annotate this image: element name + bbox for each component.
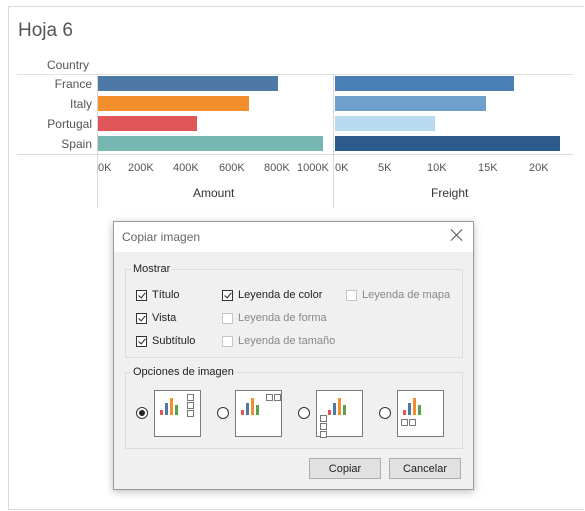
- bar-freight-spain[interactable]: [335, 136, 560, 151]
- copy-button[interactable]: Copiar: [309, 458, 381, 479]
- thumbnail-bar-icon: [170, 398, 173, 415]
- checkbox-label: Título: [152, 289, 180, 301]
- thumbnail-bar-icon: [175, 405, 178, 415]
- tick-label-amount: 0K: [98, 162, 112, 174]
- axis-title-amount: Amount: [193, 186, 235, 200]
- thumbnail-bar-icon: [165, 403, 168, 415]
- radio-layout-legend-top-right[interactable]: [217, 407, 229, 419]
- layout-thumbnail-legend-bottom-left[interactable]: [397, 390, 444, 437]
- checkbox-checked-icon: [222, 289, 233, 301]
- header-divider: [17, 74, 573, 75]
- checkbox-subtitulo[interactable]: Subtítulo: [136, 335, 195, 347]
- legend-icon: [320, 423, 327, 430]
- checkbox-label: Leyenda de mapa: [362, 289, 451, 301]
- checkbox-checked-icon: [136, 289, 147, 301]
- legend-icon: [409, 419, 416, 426]
- checkbox-label: Subtítulo: [152, 335, 196, 347]
- row-label-portugal: Portugal: [47, 117, 92, 131]
- checkbox-label: Leyenda de color: [238, 289, 323, 301]
- thumbnail-bar-icon: [251, 398, 254, 415]
- thumbnail-bar-icon: [333, 403, 336, 415]
- checkbox-leyenda-mapa[interactable]: Leyenda de mapa: [346, 289, 450, 301]
- panel-divider: [333, 74, 334, 208]
- legend-icon: [274, 394, 281, 401]
- tick-label-amount: 400K: [173, 162, 199, 174]
- bar-amount-italy[interactable]: [98, 96, 249, 111]
- thumbnail-bar-icon: [256, 405, 259, 415]
- tick-label-freight: 20K: [529, 162, 549, 174]
- thumbnail-bar-icon: [418, 405, 421, 415]
- tick-label-amount: 600K: [219, 162, 245, 174]
- radio-layout-legend-right[interactable]: [136, 407, 148, 419]
- thumbnail-bar-icon: [160, 410, 163, 415]
- copy-image-dialog: Copiar imagen Mostrar Título Vista Subtí…: [113, 221, 474, 490]
- cancel-button[interactable]: Cancelar: [389, 458, 461, 479]
- axis-title-freight: Freight: [431, 186, 469, 200]
- thumbnail-bar-icon: [413, 398, 416, 415]
- checkbox-checked-icon: [136, 335, 147, 347]
- bar-freight-portugal[interactable]: [335, 116, 435, 131]
- radio-layout-legend-left-bottom[interactable]: [298, 407, 310, 419]
- tick-label-freight: 0K: [335, 162, 349, 174]
- checkbox-titulo[interactable]: Título: [136, 289, 180, 301]
- checkbox-unchecked-icon: [222, 335, 233, 347]
- thumbnail-bar-icon: [328, 410, 331, 415]
- image-options-label: Opciones de imagen: [131, 366, 236, 378]
- legend-icon: [401, 419, 408, 426]
- checkbox-unchecked-icon: [346, 289, 357, 301]
- row-label-italy: Italy: [69, 97, 92, 111]
- radio-layout-legend-bottom-left[interactable]: [379, 407, 391, 419]
- bar-freight-italy[interactable]: [335, 96, 486, 111]
- dialog-titlebar: Copiar imagen: [114, 222, 473, 252]
- checkbox-label: Vista: [152, 312, 177, 324]
- checkbox-checked-icon: [136, 312, 147, 324]
- bar-amount-spain[interactable]: [98, 136, 323, 151]
- checkbox-label: Leyenda de forma: [238, 312, 327, 324]
- tick-label-freight: 5K: [378, 162, 392, 174]
- thumbnail-bar-icon: [343, 405, 346, 415]
- checkbox-label: Leyenda de tamaño: [238, 335, 336, 347]
- bar-amount-portugal[interactable]: [98, 116, 197, 131]
- layout-thumbnail-legend-left-bottom[interactable]: [316, 390, 363, 438]
- thumbnail-bar-icon: [241, 410, 244, 415]
- thumbnail-bar-icon: [338, 398, 341, 415]
- tick-label-freight: 15K: [478, 162, 498, 174]
- row-label-france: France: [54, 77, 92, 91]
- show-group-label: Mostrar: [131, 263, 173, 275]
- tick-label-amount: 1000K: [297, 162, 329, 174]
- row-header-country: Country: [47, 58, 90, 72]
- checkbox-leyenda-color[interactable]: Leyenda de color: [222, 289, 322, 301]
- legend-icon: [187, 410, 194, 417]
- thumbnail-bar-icon: [408, 403, 411, 415]
- dialog-title: Copiar imagen: [122, 230, 201, 244]
- layout-thumbnail-legend-top-right[interactable]: [235, 390, 282, 437]
- bar-freight-france[interactable]: [335, 76, 514, 91]
- checkbox-leyenda-tamano[interactable]: Leyenda de tamaño: [222, 335, 335, 347]
- checkbox-leyenda-forma[interactable]: Leyenda de forma: [222, 312, 327, 324]
- legend-icon: [320, 431, 327, 438]
- row-label-spain: Spain: [61, 137, 92, 151]
- tick-label-amount: 800K: [264, 162, 290, 174]
- axis-baseline: [17, 154, 573, 155]
- sheet-title: Hoja 6: [18, 20, 73, 41]
- legend-icon: [187, 402, 194, 409]
- checkbox-vista[interactable]: Vista: [136, 312, 176, 324]
- legend-icon: [266, 394, 273, 401]
- thumbnail-bar-icon: [403, 410, 406, 415]
- legend-icon: [187, 394, 194, 401]
- checkbox-unchecked-icon: [222, 312, 233, 324]
- bar-amount-france[interactable]: [98, 76, 278, 91]
- close-icon[interactable]: [450, 228, 464, 242]
- tick-label-freight: 10K: [427, 162, 447, 174]
- layout-thumbnail-legend-right[interactable]: [154, 390, 201, 437]
- legend-icon: [320, 415, 327, 422]
- thumbnail-bar-icon: [246, 403, 249, 415]
- tick-label-amount: 200K: [128, 162, 154, 174]
